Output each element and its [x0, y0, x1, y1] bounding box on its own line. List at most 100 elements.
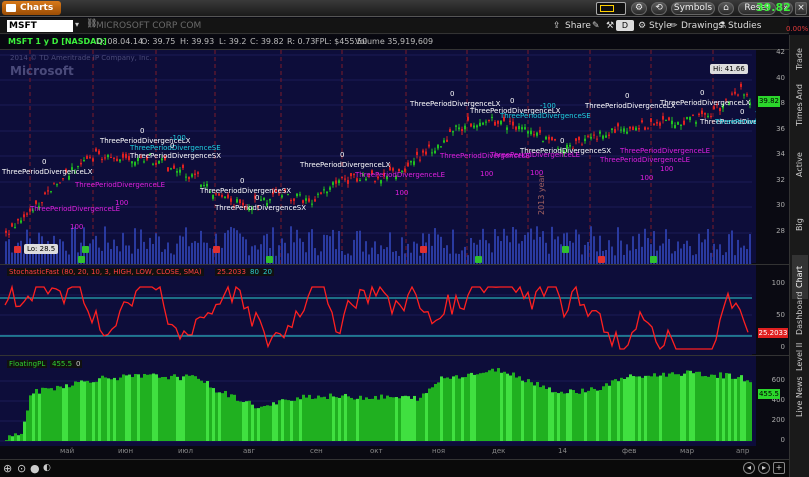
sidebar-tab-active-trader[interactable]: Active Trader — [792, 143, 808, 187]
volume-bar — [104, 226, 106, 264]
candle-body — [80, 162, 82, 165]
timeframe-button[interactable]: D — [616, 20, 634, 31]
symbol-input[interactable]: MSFT — [7, 20, 73, 32]
candle-body — [176, 171, 178, 173]
style-button[interactable]: Style — [649, 20, 672, 32]
stoch-axis: 100 50 0 — [756, 265, 789, 355]
fpl-bar — [683, 373, 686, 441]
drag-icon[interactable]: ◐ — [43, 463, 51, 473]
signal-qty: -100 — [170, 134, 186, 142]
fpl-bar — [473, 374, 476, 441]
candle-body — [686, 117, 688, 120]
fpl-bar — [701, 376, 704, 441]
volume-bar — [395, 251, 397, 264]
candle-body — [518, 126, 520, 130]
fpl-bar — [305, 397, 308, 441]
event-icon — [14, 246, 21, 253]
scroll-left-icon[interactable]: ◂ — [743, 462, 755, 474]
sidebar-tab-live-news[interactable]: Live News — [792, 375, 808, 419]
close-icon[interactable]: × — [795, 2, 807, 15]
share-icon[interactable]: ⇪ — [553, 20, 561, 32]
volume-bar — [461, 250, 463, 264]
candle-body — [17, 219, 19, 221]
crosshair-icon[interactable]: ⊕ — [3, 462, 12, 475]
tools-icon[interactable]: ⚒ — [606, 20, 614, 32]
signal-qty: 100 — [480, 170, 493, 178]
sidebar-tab-big-buttons[interactable]: Big Buttons — [792, 203, 808, 247]
candle-body — [575, 138, 577, 141]
fpl-bar — [635, 376, 638, 441]
sidebar-tab-level-ii[interactable]: Level II — [792, 335, 808, 379]
layout-selector[interactable] — [596, 2, 626, 15]
stochastic-pane[interactable]: StochasticFast (80, 20, 10, 3, HIGH, LOW… — [0, 264, 789, 355]
candle-body — [509, 120, 511, 122]
studies-icon[interactable]: ⚗ — [718, 20, 726, 32]
stoch-title: StochasticFast (80, 20, 10, 3, HIGH, LOW… — [7, 268, 204, 276]
candle-body — [302, 200, 304, 203]
month-label: сен — [310, 447, 323, 455]
signal-qty: 0 — [140, 127, 144, 135]
signal-label: ThreePeriodDivergenceLE — [599, 156, 690, 164]
bar-close: C: 39.82 — [250, 37, 284, 46]
symbols-button[interactable]: Symbols — [671, 2, 715, 15]
price-pane[interactable]: ThreePeriodDivergenceLX 0 ThreePeriodDiver… — [0, 48, 789, 264]
candle-body — [461, 129, 463, 132]
volume-bar — [707, 228, 709, 264]
candle-body — [47, 190, 49, 192]
sidebar-tab-times-and-sales[interactable]: Times And Sales — [792, 83, 808, 127]
drawings-icon[interactable]: ✏ — [670, 20, 678, 32]
fpl-bar — [275, 404, 278, 441]
volume-bar — [98, 247, 100, 264]
fpl-bar — [395, 397, 398, 441]
right-sidebar: Trade Times And Sales Active Trader Big But… — [789, 35, 809, 477]
candle-body — [14, 226, 16, 228]
fpl-bar — [710, 374, 713, 441]
zoom-in-icon[interactable]: + — [773, 462, 785, 474]
volume-bar — [203, 242, 205, 264]
candle-body — [320, 192, 322, 195]
fpl-bar — [260, 406, 263, 441]
volume-bar — [311, 229, 313, 264]
fpl-bar — [530, 382, 533, 441]
candle-body — [602, 135, 604, 139]
drawings-button[interactable]: Drawings — [681, 20, 723, 32]
volume-bar — [587, 241, 589, 264]
volume-bar — [728, 234, 730, 264]
zoom-icon[interactable]: ⊙ — [17, 462, 26, 475]
link-icon[interactable]: ⟲ — [651, 2, 667, 15]
fpl-bar — [92, 382, 95, 441]
candle-body — [314, 199, 316, 202]
fpl-bar — [8, 435, 11, 441]
price-tick: 34 — [776, 150, 785, 158]
volume-bar — [584, 244, 586, 264]
home-icon[interactable]: ⌂ — [718, 2, 734, 15]
chevron-down-icon[interactable]: ▾ — [75, 20, 79, 29]
share-button[interactable]: Share — [565, 20, 591, 32]
fpl-bar — [419, 397, 422, 441]
fpl-bar — [650, 376, 653, 441]
fpl-bar — [350, 397, 353, 441]
studies-button[interactable]: Studies — [728, 20, 761, 32]
fpl-bar — [593, 388, 596, 441]
volume-bar — [680, 248, 682, 264]
fpl-bar — [11, 436, 14, 441]
charts-tab[interactable]: Charts — [2, 1, 62, 15]
fpl-bar — [410, 398, 413, 441]
candle-body — [650, 118, 652, 122]
candle-body — [671, 120, 673, 125]
floating-pl-pane[interactable]: FloatingPL 455.5 0 600 400 200 0 455.5 — [0, 355, 789, 447]
sidebar-tab-dashboard[interactable]: Dashboard — [792, 291, 808, 335]
magnifier-icon[interactable]: ● — [30, 462, 40, 475]
stoch-value: 25.2033 — [215, 268, 248, 276]
volume-bar — [221, 247, 223, 264]
wrench-icon[interactable]: ✎ — [592, 20, 600, 32]
candle-body — [512, 121, 514, 126]
candle-body — [617, 123, 619, 127]
fpl-bar — [290, 400, 293, 441]
sidebar-tab-trade[interactable]: Trade — [792, 37, 808, 81]
fpl-bar — [644, 375, 647, 441]
scroll-right-icon[interactable]: ▸ — [758, 462, 770, 474]
style-icon[interactable]: ⚙ — [638, 20, 646, 32]
volume-bar — [404, 253, 406, 264]
gear-icon[interactable]: ⚙ — [631, 2, 647, 15]
